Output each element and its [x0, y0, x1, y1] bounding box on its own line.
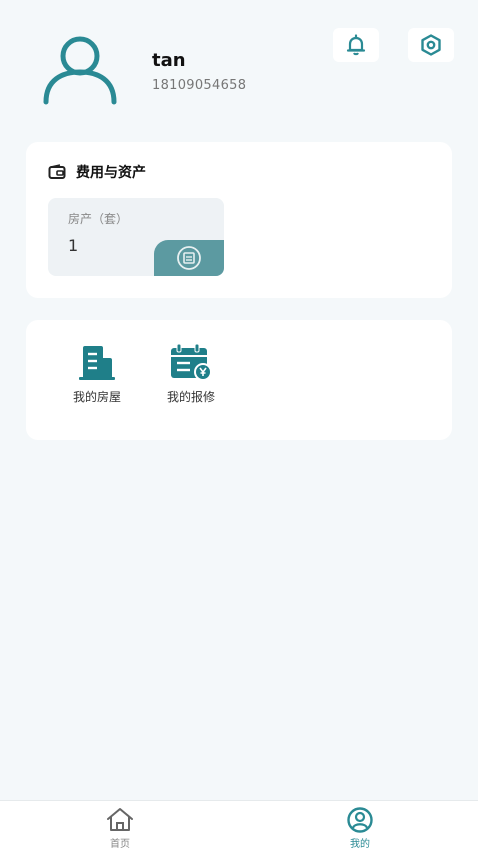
menu-item-label: 我的报修 [166, 390, 215, 404]
username: tan [152, 50, 186, 71]
notification-button[interactable] [333, 28, 379, 62]
nav-label-mine: 我的 [350, 839, 370, 850]
property-count-tile[interactable]: 房产（套） 1 [48, 198, 224, 276]
bottom-navigation: 首页 我的 [0, 800, 478, 850]
nav-tab-home[interactable]: 首页 [80, 807, 160, 850]
fees-assets-title: 费用与资产 [76, 165, 146, 181]
menu-item-my-house[interactable]: 我的房屋 [62, 342, 132, 405]
house-badge-icon [177, 246, 201, 270]
fees-assets-header: 费用与资产 [48, 162, 146, 182]
phone-number: 18109054658 [152, 78, 247, 93]
property-label: 房产（套） [68, 212, 129, 226]
profile-header: tan 18109054658 [0, 0, 478, 130]
avatar-icon[interactable] [40, 36, 120, 106]
repair-calendar-icon [171, 343, 212, 381]
building-icon [79, 346, 115, 380]
fees-assets-card: 费用与资产 房产（套） 1 [26, 142, 452, 298]
settings-icon [421, 34, 441, 56]
property-badge [154, 240, 224, 276]
user-circle-icon [347, 807, 373, 833]
nav-label-home: 首页 [110, 839, 130, 850]
property-count: 1 [68, 236, 79, 255]
home-icon [107, 808, 133, 831]
nav-tab-mine[interactable]: 我的 [320, 807, 400, 850]
services-menu-card: 我的房屋 我的报修 [26, 320, 452, 440]
settings-button[interactable] [408, 28, 454, 62]
menu-item-my-repairs[interactable]: 我的报修 [156, 342, 226, 405]
wallet-icon [48, 164, 66, 179]
bell-icon [346, 34, 366, 56]
menu-item-label: 我的房屋 [72, 390, 121, 404]
